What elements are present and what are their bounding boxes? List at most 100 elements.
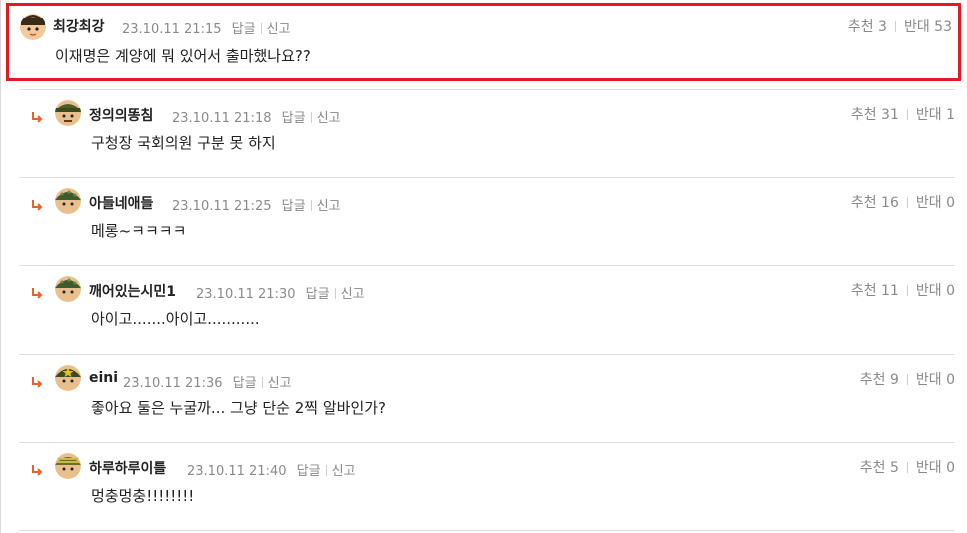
comment-text: 멍충멍충!!!!!!!! <box>91 487 195 505</box>
downvote-count: 53 <box>934 19 952 35</box>
divider <box>906 197 908 208</box>
divider <box>310 200 312 211</box>
divider <box>894 21 896 32</box>
comment-nickname[interactable]: 정의의똥침 <box>89 105 153 125</box>
downvote-label: 반대 <box>903 19 930 35</box>
downvote-button[interactable]: 반대 1 <box>916 107 955 123</box>
comment-nickname[interactable]: eini <box>89 370 118 386</box>
divider <box>334 288 336 299</box>
reply-link[interactable]: 답글 <box>232 22 256 37</box>
downvote-label: 반대 <box>915 107 942 123</box>
avatar-soldier-icon <box>55 453 81 479</box>
comment-text: 좋아요 둘은 누굴까... 그냥 단순 2찍 알바인가? <box>91 399 387 417</box>
comment-meta: 23.10.11 21:25 답글 신고 <box>172 195 340 214</box>
upvote-label: 추천 <box>850 195 877 211</box>
divider <box>906 109 908 120</box>
upvote-count: 16 <box>881 195 899 211</box>
comment-text: 이재명은 계양에 뭐 있어서 출마했나요?? <box>55 47 311 65</box>
reply-comment: 정의의똥침 23.10.11 21:18 답글 신고 구청장 국회의원 구분 못 … <box>0 90 967 178</box>
upvote-button[interactable]: 추천 3 <box>848 19 887 35</box>
downvote-button[interactable]: 반대 0 <box>916 195 955 211</box>
avatar-soldier-icon <box>55 188 81 214</box>
vote-counts: 추천 9 반대 0 <box>860 369 955 389</box>
upvote-count: 31 <box>881 107 899 123</box>
comment-date: 23.10.11 21:36 <box>123 376 223 391</box>
reply-comment: eini 23.10.11 21:36 답글 신고 좋아요 둘은 누굴까... 그… <box>0 355 967 443</box>
downvote-button[interactable]: 반대 0 <box>916 372 955 388</box>
comment-date: 23.10.11 21:30 <box>196 287 296 302</box>
comment-highlighted: 최강최강 23.10.11 21:15 답글 신고 이재명은 계양에 뭐 있어서 … <box>6 3 961 81</box>
divider <box>325 465 327 476</box>
report-link[interactable]: 신고 <box>267 22 291 37</box>
downvote-label: 반대 <box>915 283 942 299</box>
reply-comment: 하루하루이틀 23.10.11 21:40 답글 신고 멍충멍충!!!!!!!! … <box>0 443 967 531</box>
reply-arrow-icon <box>32 377 43 388</box>
downvote-label: 반대 <box>915 372 942 388</box>
report-link[interactable]: 신고 <box>341 287 365 302</box>
divider <box>906 462 908 473</box>
comment-date: 23.10.11 21:25 <box>172 199 272 214</box>
downvote-label: 반대 <box>915 460 942 476</box>
comment-divider <box>19 530 955 531</box>
avatar[interactable] <box>55 276 81 302</box>
comment-meta: 23.10.11 21:15 답글 신고 <box>122 18 290 37</box>
reply-link[interactable]: 답글 <box>282 111 306 126</box>
avatar-face-icon <box>20 14 46 40</box>
report-link[interactable]: 신고 <box>317 111 341 126</box>
avatar[interactable] <box>55 100 81 126</box>
upvote-count: 11 <box>881 283 899 299</box>
reply-arrow-icon <box>32 288 43 299</box>
comment-text: 구청장 국회의원 구분 못 하지 <box>91 134 276 152</box>
reply-link[interactable]: 답글 <box>297 464 321 479</box>
upvote-count: 5 <box>889 460 899 476</box>
avatar[interactable] <box>55 365 81 391</box>
downvote-count: 0 <box>946 283 955 299</box>
avatar-soldier-icon <box>55 365 81 391</box>
reply-arrow-icon <box>32 112 43 123</box>
comment-nickname[interactable]: 최강최강 <box>53 16 105 36</box>
avatar-soldier-icon <box>55 276 81 302</box>
upvote-button[interactable]: 추천 16 <box>851 195 899 211</box>
downvote-count: 1 <box>946 107 955 123</box>
downvote-label: 반대 <box>915 195 942 211</box>
report-link[interactable]: 신고 <box>268 376 292 391</box>
downvote-count: 0 <box>946 460 955 476</box>
downvote-count: 0 <box>946 195 955 211</box>
reply-link[interactable]: 답글 <box>306 287 330 302</box>
divider <box>906 374 908 385</box>
comment-nickname[interactable]: 깨어있는시민1 <box>89 281 176 301</box>
upvote-count: 9 <box>889 372 899 388</box>
upvote-button[interactable]: 추천 11 <box>851 283 899 299</box>
downvote-button[interactable]: 반대 53 <box>904 19 952 35</box>
divider <box>261 377 263 388</box>
reply-arrow-icon <box>32 200 43 211</box>
comment-nickname[interactable]: 하루하루이틀 <box>89 458 166 478</box>
comment-meta: 23.10.11 21:40 답글 신고 <box>187 460 355 479</box>
comment-meta: 23.10.11 21:30 답글 신고 <box>196 283 364 302</box>
downvote-button[interactable]: 반대 0 <box>916 283 955 299</box>
vote-counts: 추천 16 반대 0 <box>851 192 955 212</box>
reply-arrow-icon <box>32 465 43 476</box>
reply-link[interactable]: 답글 <box>282 199 306 214</box>
upvote-button[interactable]: 추천 5 <box>860 460 899 476</box>
downvote-count: 0 <box>946 372 955 388</box>
comment-nickname[interactable]: 아들네애들 <box>89 193 153 213</box>
report-link[interactable]: 신고 <box>332 464 356 479</box>
reply-link[interactable]: 답글 <box>233 376 257 391</box>
downvote-button[interactable]: 반대 0 <box>916 460 955 476</box>
upvote-button[interactable]: 추천 9 <box>860 372 899 388</box>
avatar[interactable] <box>55 188 81 214</box>
upvote-label: 추천 <box>850 283 877 299</box>
divider <box>310 112 312 123</box>
avatar[interactable] <box>55 453 81 479</box>
reply-comment: 아들네애들 23.10.11 21:25 답글 신고 메롱~ㅋㅋㅋㅋ 추천 16 반… <box>0 178 967 266</box>
comment-date: 23.10.11 21:40 <box>187 464 287 479</box>
vote-counts: 추천 5 반대 0 <box>860 457 955 477</box>
comment-text: 아이고.......아이고........... <box>91 310 260 328</box>
upvote-button[interactable]: 추천 31 <box>851 107 899 123</box>
comment-meta: 23.10.11 21:18 답글 신고 <box>172 107 340 126</box>
comment-text: 메롱~ㅋㅋㅋㅋ <box>91 222 187 240</box>
avatar[interactable] <box>20 14 46 40</box>
report-link[interactable]: 신고 <box>317 199 341 214</box>
vote-counts: 추천 3 반대 53 <box>848 16 952 36</box>
